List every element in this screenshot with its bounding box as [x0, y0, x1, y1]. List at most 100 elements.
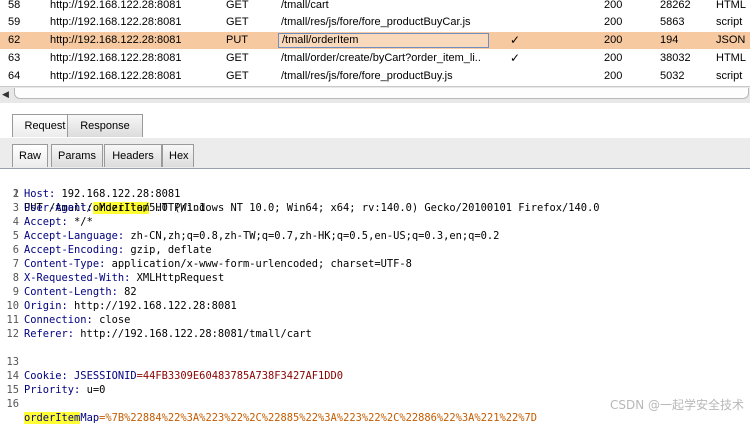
line-number: 12 [6, 328, 19, 340]
line-number: 11 [6, 314, 19, 326]
body-param-value: =%7B%22884%22%3A%223%22%2C%22885%22%3A%2… [99, 412, 537, 424]
row-number: 63 [8, 52, 21, 64]
header-value: application/x-www-form-urlencoded; chars… [105, 258, 412, 270]
row-length: 38032 [660, 52, 691, 64]
search-highlight: orderItem [24, 412, 81, 424]
header-line: 9 Content-Length: 82 [0, 285, 750, 299]
header-line: 3 User-Agent: Mozilla/5.0 (Windows NT 10.… [0, 201, 750, 215]
raw-request-editor[interactable]: 1 PUT /tmall/orderItem HTTP/1.1 2 Host: 1… [0, 169, 750, 424]
row-number: 58 [8, 0, 21, 11]
row-url: /tmall/cart [281, 0, 329, 11]
row-length: 5032 [660, 70, 685, 82]
row-status: 200 [604, 34, 623, 46]
history-table: 58 http://192.168.122.28:8081 GET/tmall/ca… [0, 0, 750, 86]
row-length: 28262 [660, 0, 691, 11]
header-name: Accept-Encoding: [24, 244, 125, 256]
line-number: 8 [12, 272, 19, 284]
line-number: 5 [12, 230, 19, 242]
row-status: 200 [604, 52, 623, 64]
scroll-left-icon[interactable]: ◀ [2, 89, 9, 100]
tab-raw[interactable]: Raw [12, 144, 48, 167]
view-tabs: Raw Params Headers Hex [0, 138, 750, 169]
header-value: http://192.168.122.28:8081/tmall/cart [74, 328, 312, 340]
priority-line: 14 Priority: u=0 [0, 355, 750, 396]
row-mime: HTML [716, 52, 746, 64]
line-number: 7 [12, 258, 19, 270]
header-name: Content-Type: [24, 258, 106, 270]
line-number: 2 [12, 188, 19, 200]
watermark: CSDN @一起学安全技术 [609, 398, 744, 412]
row-params-check: ✓ [510, 51, 521, 65]
horizontal-scrollbar[interactable]: ◀ [0, 86, 750, 103]
line-number: 9 [12, 286, 19, 298]
header-value: gzip, deflate [124, 244, 212, 256]
row-mime: script [716, 16, 743, 28]
row-length: 5863 [660, 16, 685, 28]
header-name: X-Requested-With: [24, 272, 131, 284]
history-row[interactable]: 64 http://192.168.122.28:8081 GET/tmall/re… [0, 68, 750, 85]
header-name: Content-Length: [24, 286, 118, 298]
history-row[interactable]: 58 http://192.168.122.28:8081 GET/tmall/ca… [0, 0, 750, 14]
row-mime: HTML [716, 0, 746, 11]
header-name: Connection: [24, 314, 93, 326]
tab-response[interactable]: Response [67, 114, 143, 137]
line-number: 4 [12, 216, 19, 228]
row-status: 200 [604, 70, 623, 82]
history-row[interactable]: 59 http://192.168.122.28:8081 GET/tmall/re… [0, 14, 750, 31]
row-url: /tmall/res/js/fore/fore_productBuy.js [281, 70, 453, 82]
tab-params[interactable]: Params [51, 144, 103, 167]
tab-headers[interactable]: Headers [104, 144, 162, 167]
row-params-check: ✓ [510, 33, 521, 47]
row-length: 194 [660, 34, 679, 46]
row-host: http://192.168.122.28:8081 [50, 0, 182, 11]
header-line: 5 Accept-Language: zh-CN,zh;q=0.8,zh-TW;q… [0, 229, 750, 243]
header-line: 8 X-Requested-With: XMLHttpRequest [0, 271, 750, 285]
row-method: GET [226, 52, 249, 64]
tab-hex[interactable]: Hex [162, 144, 194, 167]
header-line: 6 Accept-Encoding: gzip, deflate [0, 243, 750, 257]
row-host: http://192.168.122.28:8081 [50, 70, 182, 82]
line-number: 10 [6, 300, 19, 312]
header-line: 2 Host: 192.168.122.28:8081 [0, 187, 750, 201]
row-number: 59 [8, 16, 21, 28]
body-line: 16 orderItemMap=%7B%22884%22%3A%223%22%2… [0, 383, 750, 424]
row-host: http://192.168.122.28:8081 [50, 16, 182, 28]
row-host: http://192.168.122.28:8081 [50, 34, 182, 46]
blank-line: 15 [0, 369, 750, 396]
request-line: 1 PUT /tmall/orderItem HTTP/1.1 [0, 173, 750, 214]
row-method: GET [226, 16, 249, 28]
row-mime: script [716, 70, 743, 82]
history-row[interactable]: 63 http://192.168.122.28:8081 GET/tmall/or… [0, 50, 750, 67]
row-status: 200 [604, 16, 623, 28]
header-name: User-Agent: [24, 202, 93, 214]
row-url: /tmall/res/js/fore/fore_productBuyCar.js [281, 16, 471, 28]
history-row[interactable]: 62 http://192.168.122.28:8081 PUT/tmall/or… [0, 32, 750, 49]
row-method: GET [226, 0, 249, 11]
header-line: 7 Content-Type: application/x-www-form-ur… [0, 257, 750, 271]
header-name: Origin: [24, 300, 68, 312]
row-number: 64 [8, 70, 21, 82]
header-value: Mozilla/5.0 (Windows NT 10.0; Win64; x64… [92, 202, 600, 214]
header-value: */* [67, 216, 93, 228]
row-url: /tmall/order/create/byCart?order_item_li… [281, 52, 481, 64]
row-method: PUT [226, 34, 248, 46]
row-url: /tmall/orderItem [278, 33, 489, 48]
header-line: 11 Connection: close [0, 313, 750, 327]
row-number: 62 [8, 34, 21, 46]
header-value: 192.168.122.28:8081 [55, 188, 181, 200]
header-value: http://192.168.122.28:8081 [67, 300, 237, 312]
message-tabs: Request Response [0, 111, 750, 139]
header-line: 4 Accept: */* [0, 215, 750, 229]
header-value: close [92, 314, 131, 326]
header-value: zh-CN,zh;q=0.8,zh-TW;q=0.7,zh-HK;q=0.5,e… [124, 230, 500, 242]
scrollbar-thumb[interactable] [14, 88, 749, 99]
header-name: Accept-Language: [24, 230, 125, 242]
row-host: http://192.168.122.28:8081 [50, 52, 182, 64]
header-line: 12 Referer: http://192.168.122.28:8081/tm… [0, 327, 750, 341]
row-method: GET [226, 70, 249, 82]
header-value: XMLHttpRequest [130, 272, 225, 284]
header-value: 82 [117, 286, 137, 298]
header-name: Host: [24, 188, 56, 200]
row-mime: JSON [716, 34, 746, 46]
header-line: 10 Origin: http://192.168.122.28:8081 [0, 299, 750, 313]
